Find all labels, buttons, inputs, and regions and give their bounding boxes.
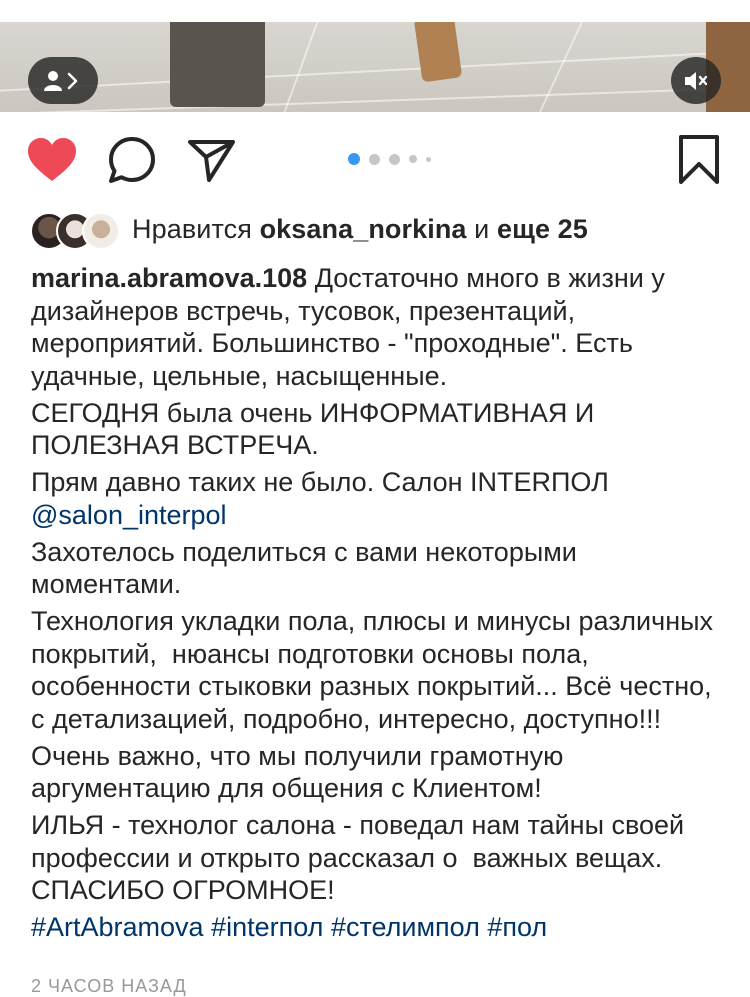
floor-line (0, 50, 750, 92)
user-tag-icon (44, 70, 78, 91)
likes-count[interactable]: еще 25 (497, 214, 588, 244)
likes-middle: и (474, 213, 490, 244)
caption-paragraph: Прям давно таких не было. Салон INTERПОЛ… (31, 466, 731, 531)
floor-line (0, 86, 750, 112)
save-button[interactable] (674, 132, 724, 188)
like-button[interactable] (24, 134, 80, 186)
likes-prefix: Нравится (132, 213, 252, 244)
carousel-dot (409, 155, 417, 163)
likes-row[interactable]: Нравится oksana_norkina и еще 25 (30, 208, 588, 250)
mute-button[interactable] (671, 57, 721, 104)
share-icon (188, 140, 235, 182)
floor-line (539, 22, 583, 112)
likes-text: Нравится oksana_norkina и еще 25 (132, 214, 588, 245)
caption-paragraph: Захотелось поделиться с вами некоторыми … (31, 536, 585, 600)
carousel-dot-active (348, 153, 360, 165)
user-tag-button[interactable] (28, 57, 98, 104)
carousel-dot (426, 156, 431, 162)
liker-avatars (30, 210, 124, 250)
hashtags-row: #ArtAbramova #interпол #стелимпол #пол (31, 911, 731, 944)
share-button[interactable] (186, 134, 238, 186)
post-caption: marina.abramova.108 Достаточно много в ж… (31, 262, 731, 948)
hashtag-link[interactable]: #ArtAbramova (31, 912, 204, 942)
mention-link[interactable]: @salon_interpol (31, 500, 227, 530)
caption-paragraph: Технология укладки пола, плюсы и минусы … (31, 606, 721, 734)
caption-paragraph: ИЛЬЯ - технолог салона - поведал нам тай… (31, 810, 692, 905)
post-timestamp: 2 ЧАСОВ НАЗАД (31, 976, 187, 996)
author-username[interactable]: marina.abramova.108 (31, 263, 307, 293)
post-media[interactable] (0, 22, 750, 112)
avatar (82, 212, 120, 250)
hashtag-link[interactable]: #стелимпол (331, 912, 480, 942)
comment-icon (109, 137, 155, 183)
carousel-dot (389, 153, 400, 165)
carousel-dot (369, 153, 380, 165)
heart-icon (28, 138, 76, 181)
mute-icon (685, 71, 708, 90)
top-bar (0, 0, 750, 22)
person-leg (170, 22, 265, 107)
comment-button[interactable] (106, 134, 158, 186)
chair-leg (413, 22, 463, 83)
caption-paragraph: СЕГОДНЯ была очень ИНФОРМАТИВНАЯ И ПОЛЕЗ… (31, 397, 602, 461)
caption-paragraph: Очень важно, что мы получили грамотную а… (31, 740, 571, 804)
floor-line (283, 22, 319, 112)
caption-text: Прям давно таких не было. Салон INTERПОЛ (31, 467, 609, 497)
bookmark-icon (679, 135, 719, 184)
liker-username[interactable]: oksana_norkina (260, 214, 467, 244)
carousel-indicator (348, 153, 440, 165)
hashtag-link[interactable]: #interпол (211, 912, 323, 942)
caption-paragraph: marina.abramova.108 Достаточно много в ж… (31, 262, 731, 392)
hashtag-link[interactable]: #пол (487, 912, 547, 942)
